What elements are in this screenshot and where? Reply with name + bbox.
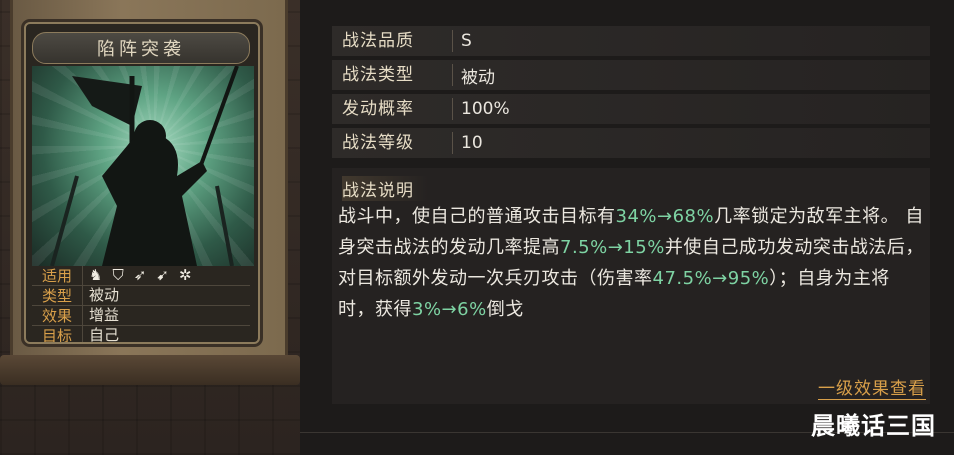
info-key: 战法品质 xyxy=(332,30,453,52)
info-row-probability: 发动概率 100% xyxy=(332,94,930,124)
description-highlight: 7.5%→15% xyxy=(560,237,665,258)
stat-value: 被动 xyxy=(82,286,250,305)
stat-row-applicable: 适用 ♞ ⛉ ➶ ➹ ✲ xyxy=(32,266,250,286)
level-one-effect-link[interactable]: 一级效果查看 xyxy=(818,374,926,400)
info-key: 发动概率 xyxy=(332,98,453,120)
card-illustration xyxy=(32,66,254,266)
info-key: 战法等级 xyxy=(332,132,453,154)
description-text: 战斗中，使自己的普通攻击目标有 xyxy=(338,206,616,227)
stat-row-type: 类型 被动 xyxy=(32,286,250,306)
description-title: 战法说明 xyxy=(342,176,428,201)
description-body: 战斗中，使自己的普通攻击目标有34%→68%几率锁定为敌军主将。 自身突击战法的… xyxy=(338,201,926,325)
stat-value: 自己 xyxy=(82,326,250,342)
troop-icons: ♞ ⛉ ➶ ➹ ✲ xyxy=(82,266,250,285)
wheel-icon: ✲ xyxy=(178,266,192,284)
info-value: 100% xyxy=(461,99,510,119)
info-value: S xyxy=(461,31,472,51)
description-panel: 战法说明 战斗中，使自己的普通攻击目标有34%→68%几率锁定为敌军主将。 自身… xyxy=(332,168,930,404)
tactic-card: 陷阵突袭 适用 ♞ ⛉ ➶ ➹ ✲ 类型 被动 效果 增益 目标 自己 xyxy=(24,22,260,344)
watermark: 晨曦话三国 xyxy=(811,412,936,440)
warrior-silhouette-icon xyxy=(50,66,239,266)
scroll-rod xyxy=(0,355,300,385)
spear-icon: ➹ xyxy=(156,266,169,284)
info-value: 被动 xyxy=(461,67,495,88)
info-row-type: 战法类型 被动 xyxy=(332,60,930,90)
shield-icon: ⛉ xyxy=(112,266,124,284)
stat-key: 适用 xyxy=(41,267,72,285)
info-value: 10 xyxy=(461,133,483,153)
stat-key: 效果 xyxy=(41,307,72,325)
card-title: 陷阵突袭 xyxy=(32,32,250,64)
bow-icon: ➶ xyxy=(133,266,147,284)
info-row-quality: 战法品质 S xyxy=(332,26,930,56)
horse-icon: ♞ xyxy=(89,266,103,284)
stat-value: 增益 xyxy=(82,306,250,325)
description-text: 倒戈 xyxy=(486,299,524,320)
info-key: 战法类型 xyxy=(332,64,453,86)
stat-row-effect: 效果 增益 xyxy=(32,306,250,326)
description-highlight: 34%→68% xyxy=(615,206,715,227)
info-row-level: 战法等级 10 xyxy=(332,128,930,158)
description-highlight: 47.5%→95% xyxy=(652,268,770,289)
stat-row-target: 目标 自己 xyxy=(32,326,250,344)
description-highlight: 3%→6% xyxy=(412,299,487,320)
stat-key: 目标 xyxy=(41,327,72,344)
card-stats: 适用 ♞ ⛉ ➶ ➹ ✲ 类型 被动 效果 增益 目标 自己 xyxy=(32,266,250,344)
stat-key: 类型 xyxy=(41,287,72,305)
